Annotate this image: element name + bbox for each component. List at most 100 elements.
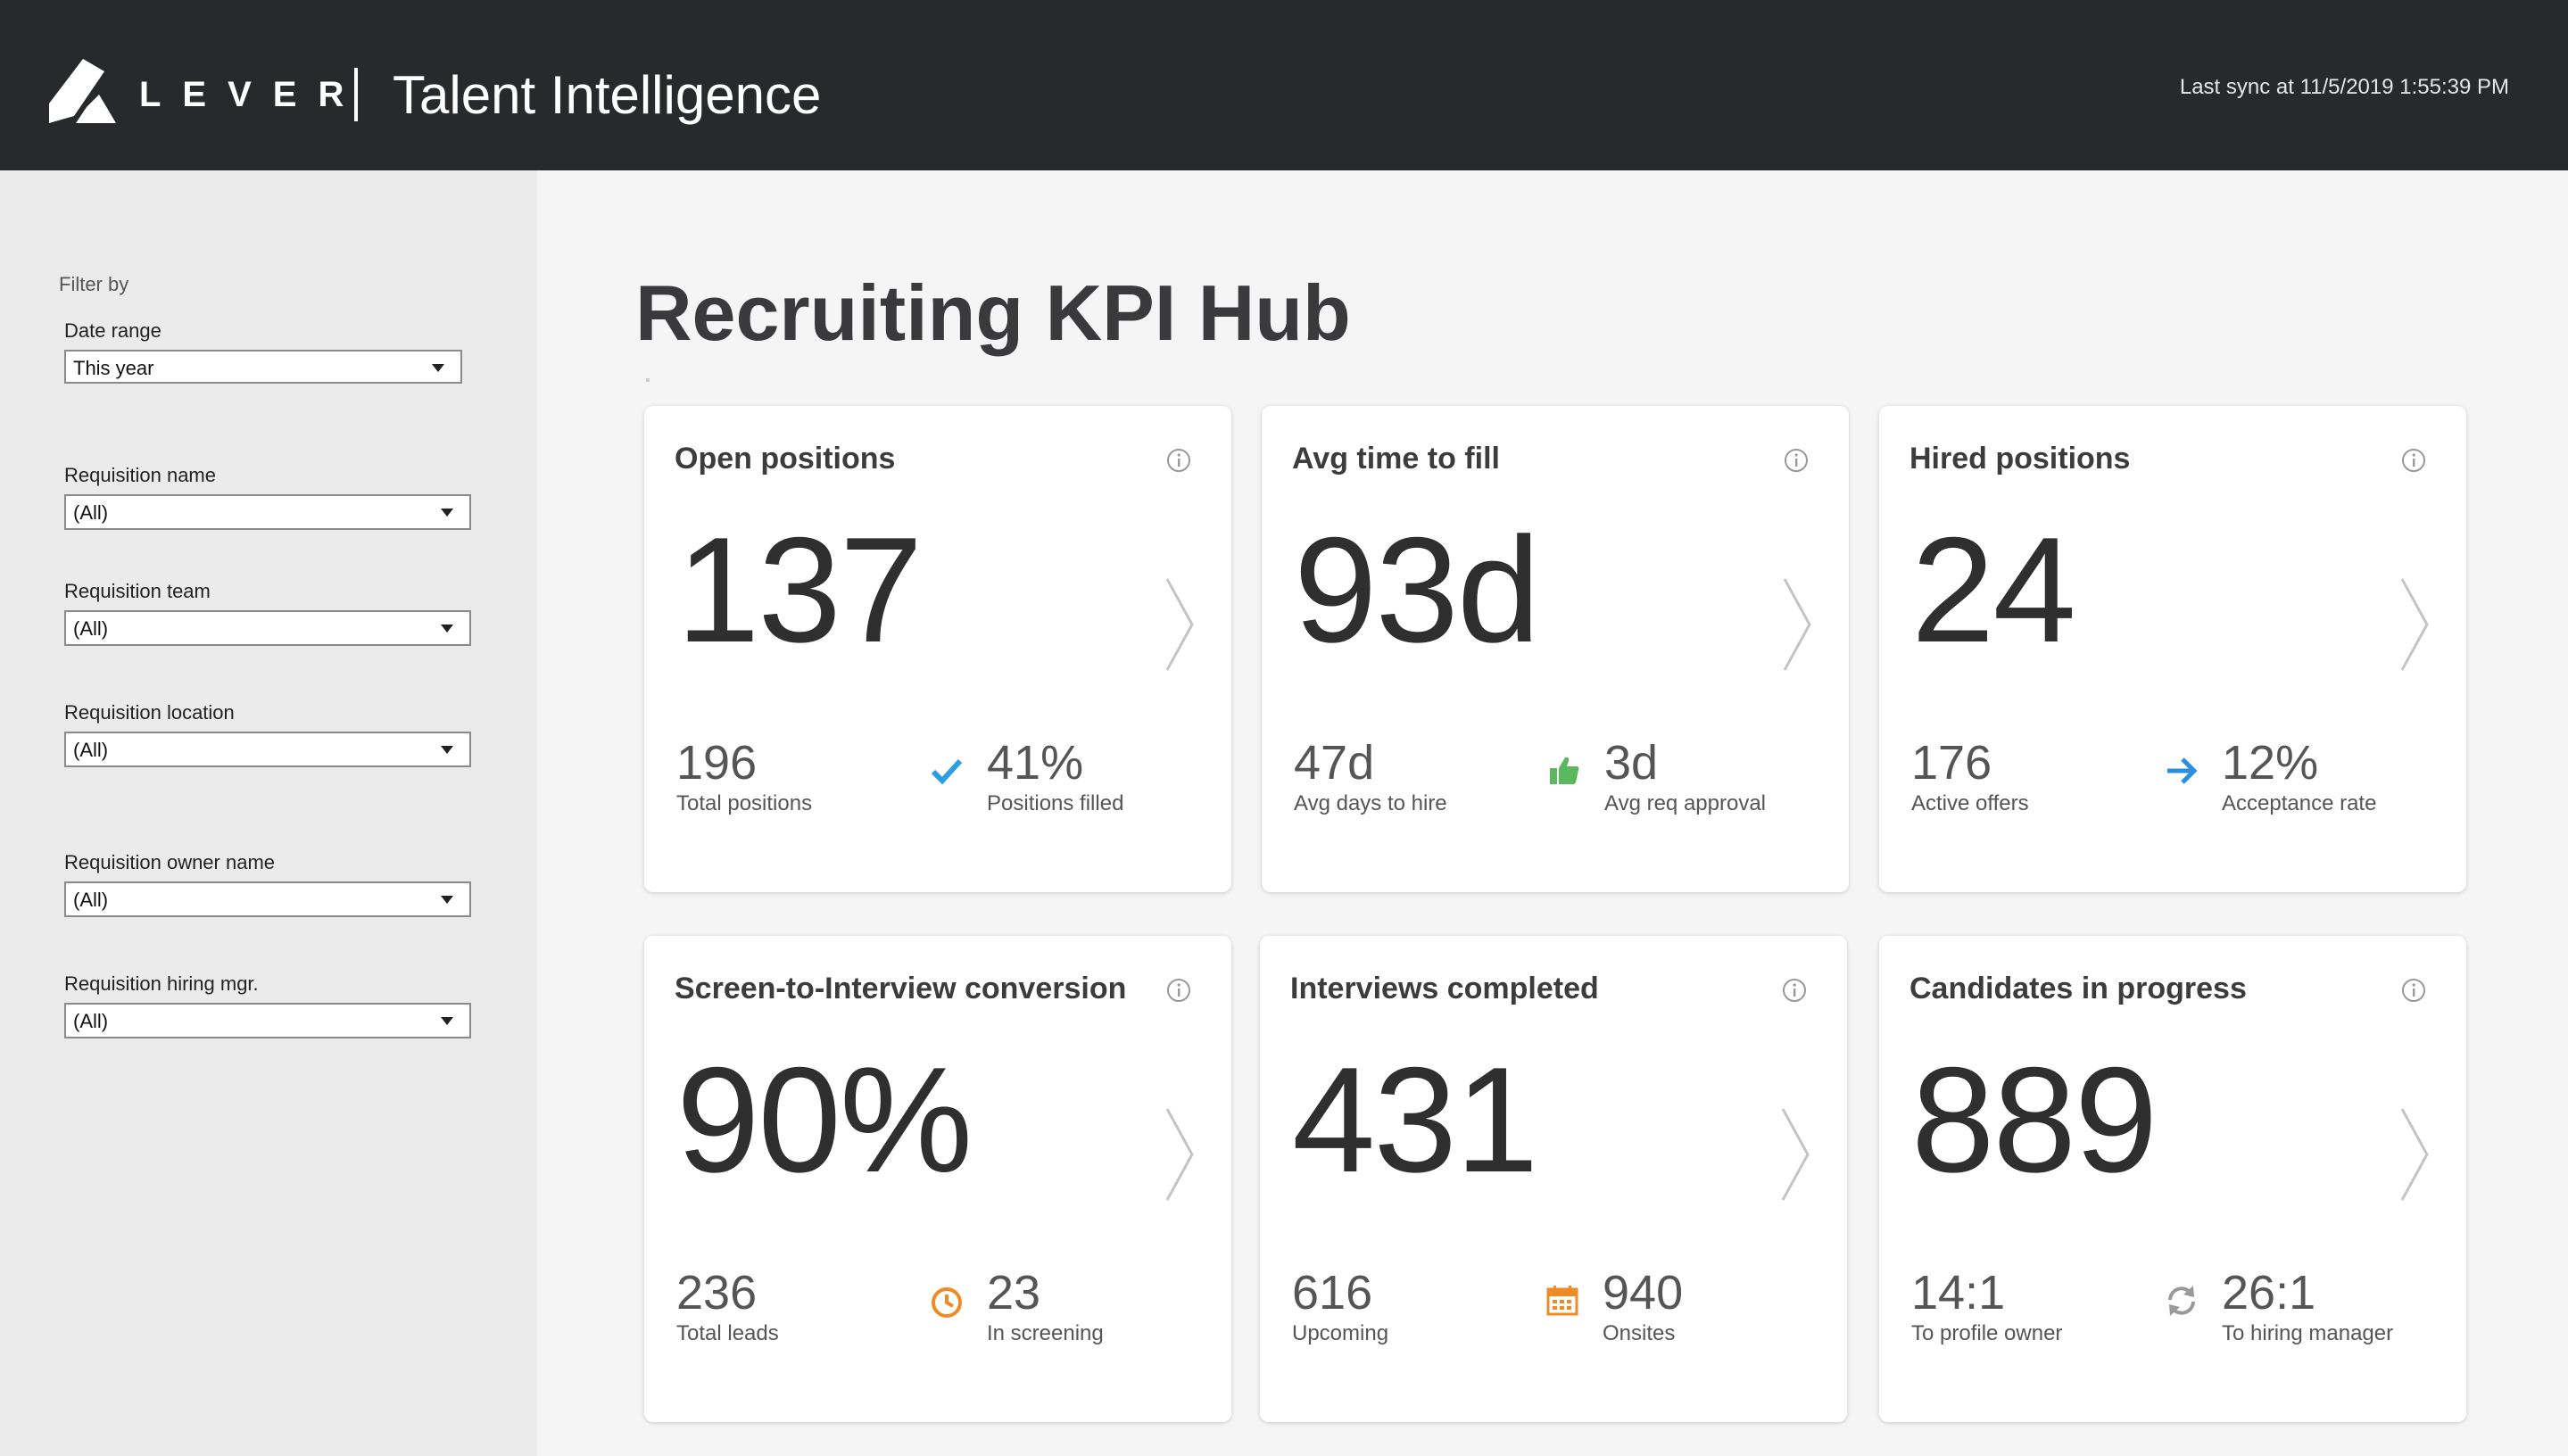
header-divider (354, 68, 358, 121)
kpi-value: 137 (676, 506, 923, 674)
info-icon[interactable] (1165, 977, 1192, 1004)
clock-icon (932, 1287, 962, 1318)
info-icon[interactable] (2400, 977, 2427, 1004)
kpi-sub-right: 12% Acceptance rate (2222, 736, 2376, 816)
kpi-sub-left: 616 Upcoming (1292, 1266, 1388, 1346)
page-title: Recruiting KPI Hub (635, 269, 1351, 357)
kpi-sub-left: 47d Avg days to hire (1294, 736, 1447, 816)
kpi-card-hired-positions[interactable]: Hired positions 24 176 Active offers 12%… (1879, 406, 2466, 892)
arrow-right-icon (2167, 757, 2198, 784)
sub-label: Total positions (676, 791, 813, 815)
requisition-hiring-mgr-select[interactable]: (All) (64, 1003, 471, 1038)
filter-label: Requisition hiring mgr. (64, 972, 259, 995)
kpi-sub-right: 3d Avg req approval (1604, 736, 1766, 816)
sub-label: Upcoming (1292, 1321, 1389, 1345)
sub-value: 47d (1294, 736, 1375, 790)
chevron-right-icon[interactable] (2397, 575, 2432, 674)
date-range-select[interactable]: This year (64, 350, 462, 384)
chevron-right-icon[interactable] (1779, 575, 1815, 674)
sub-value: 3d (1604, 736, 1659, 790)
kpi-value: 24 (1911, 506, 2076, 674)
info-icon[interactable] (1783, 447, 1810, 474)
sub-label: Onsites (1603, 1321, 1676, 1345)
chevron-right-icon[interactable] (1777, 1105, 1813, 1204)
chevron-right-icon[interactable] (1162, 575, 1197, 674)
card-title: Candidates in progress (1909, 972, 2247, 1005)
kpi-sub-right: 41% Positions filled (987, 736, 1123, 816)
sub-value: 26:1 (2222, 1266, 2316, 1320)
sub-label: Avg req approval (1604, 791, 1767, 815)
chevron-down-icon (441, 746, 453, 754)
filter-label: Requisition team (64, 580, 211, 602)
kpi-sub-right: 940 Onsites (1603, 1266, 1683, 1346)
kpi-card-interviews-completed[interactable]: Interviews completed 431 616 Upcoming 94… (1260, 936, 1847, 1422)
decorative-dot (646, 378, 650, 382)
select-value: (All) (73, 889, 109, 911)
kpi-card-open-positions[interactable]: Open positions 137 196 Total positions 4… (644, 406, 1231, 892)
info-icon[interactable] (1165, 447, 1192, 474)
select-value: This year (73, 357, 154, 379)
kpi-card-screen-to-interview[interactable]: Screen-to-Interview conversion 90% 236 T… (644, 936, 1231, 1422)
chevron-right-icon[interactable] (1162, 1105, 1197, 1204)
requisition-owner-select[interactable]: (All) (64, 881, 471, 917)
checkmark-icon (931, 758, 963, 785)
filter-requisition-hiring-mgr: Requisition hiring mgr. (All) (64, 972, 471, 1038)
sub-label: To profile owner (1911, 1321, 2063, 1345)
filter-label: Requisition name (64, 464, 216, 486)
kpi-sub-left: 14:1 To profile owner (1911, 1266, 2062, 1346)
sub-label: In screening (987, 1321, 1104, 1345)
sub-value: 940 (1603, 1266, 1684, 1320)
chevron-right-icon[interactable] (2397, 1105, 2432, 1204)
last-sync-text: Last sync at 11/5/2019 1:55:39 PM (2179, 75, 2509, 99)
card-title: Screen-to-Interview conversion (675, 972, 1127, 1005)
sub-label: Positions filled (987, 791, 1124, 815)
filter-label: Requisition owner name (64, 851, 276, 873)
sub-value: 236 (676, 1266, 758, 1320)
brand-wordmark: LEVER (139, 75, 366, 114)
lever-logo-icon (49, 59, 116, 123)
sub-value: 176 (1911, 736, 1992, 790)
filter-requisition-name: Requisition name (All) (64, 464, 471, 530)
select-value: (All) (73, 1010, 109, 1032)
thumbs-up-icon (1550, 757, 1579, 784)
chevron-down-icon (441, 1017, 453, 1025)
sub-value: 616 (1292, 1266, 1373, 1320)
sub-value: 196 (676, 736, 758, 790)
requisition-team-select[interactable]: (All) (64, 610, 471, 646)
kpi-value: 889 (1911, 1036, 2158, 1204)
card-title: Hired positions (1909, 442, 2131, 476)
kpi-sub-left: 176 Active offers (1911, 736, 2029, 816)
filter-requisition-owner: Requisition owner name (All) (64, 851, 471, 917)
requisition-location-select[interactable]: (All) (64, 732, 471, 767)
info-icon[interactable] (2400, 447, 2427, 474)
sub-value: 14:1 (1911, 1266, 2006, 1320)
filter-requisition-location: Requisition location (All) (64, 701, 471, 767)
select-value: (All) (73, 617, 109, 640)
filter-label: Requisition location (64, 701, 235, 724)
kpi-card-avg-time-to-fill[interactable]: Avg time to fill 93d 47d Avg days to hir… (1262, 406, 1849, 892)
refresh-icon (2168, 1286, 2195, 1316)
chevron-down-icon (441, 509, 453, 517)
sub-value: 12% (2222, 736, 2319, 790)
kpi-sub-right: 23 In screening (987, 1266, 1104, 1346)
kpi-value: 90% (676, 1036, 973, 1204)
calendar-icon (1546, 1286, 1578, 1316)
sub-value: 23 (987, 1266, 1041, 1320)
sub-value: 41% (987, 736, 1084, 790)
kpi-value: 93d (1294, 506, 1540, 674)
sub-label: Total leads (676, 1321, 779, 1345)
requisition-name-select[interactable]: (All) (64, 494, 471, 530)
filter-date-range: Date range This year (64, 319, 462, 384)
chevron-down-icon (441, 625, 453, 633)
card-title: Interviews completed (1290, 972, 1599, 1005)
kpi-sub-left: 236 Total leads (676, 1266, 779, 1346)
kpi-sub-left: 196 Total positions (676, 736, 812, 816)
kpi-card-candidates-in-progress[interactable]: Candidates in progress 889 14:1 To profi… (1879, 936, 2466, 1422)
filter-label: Date range (64, 319, 162, 342)
sub-label: Avg days to hire (1294, 791, 1447, 815)
info-icon[interactable] (1781, 977, 1808, 1004)
filter-sidebar: Filter by Date range This year Requisiti… (0, 170, 537, 1456)
filter-by-label: Filter by (59, 273, 129, 295)
kpi-value: 431 (1292, 1036, 1538, 1204)
sub-label: Active offers (1911, 791, 2029, 815)
